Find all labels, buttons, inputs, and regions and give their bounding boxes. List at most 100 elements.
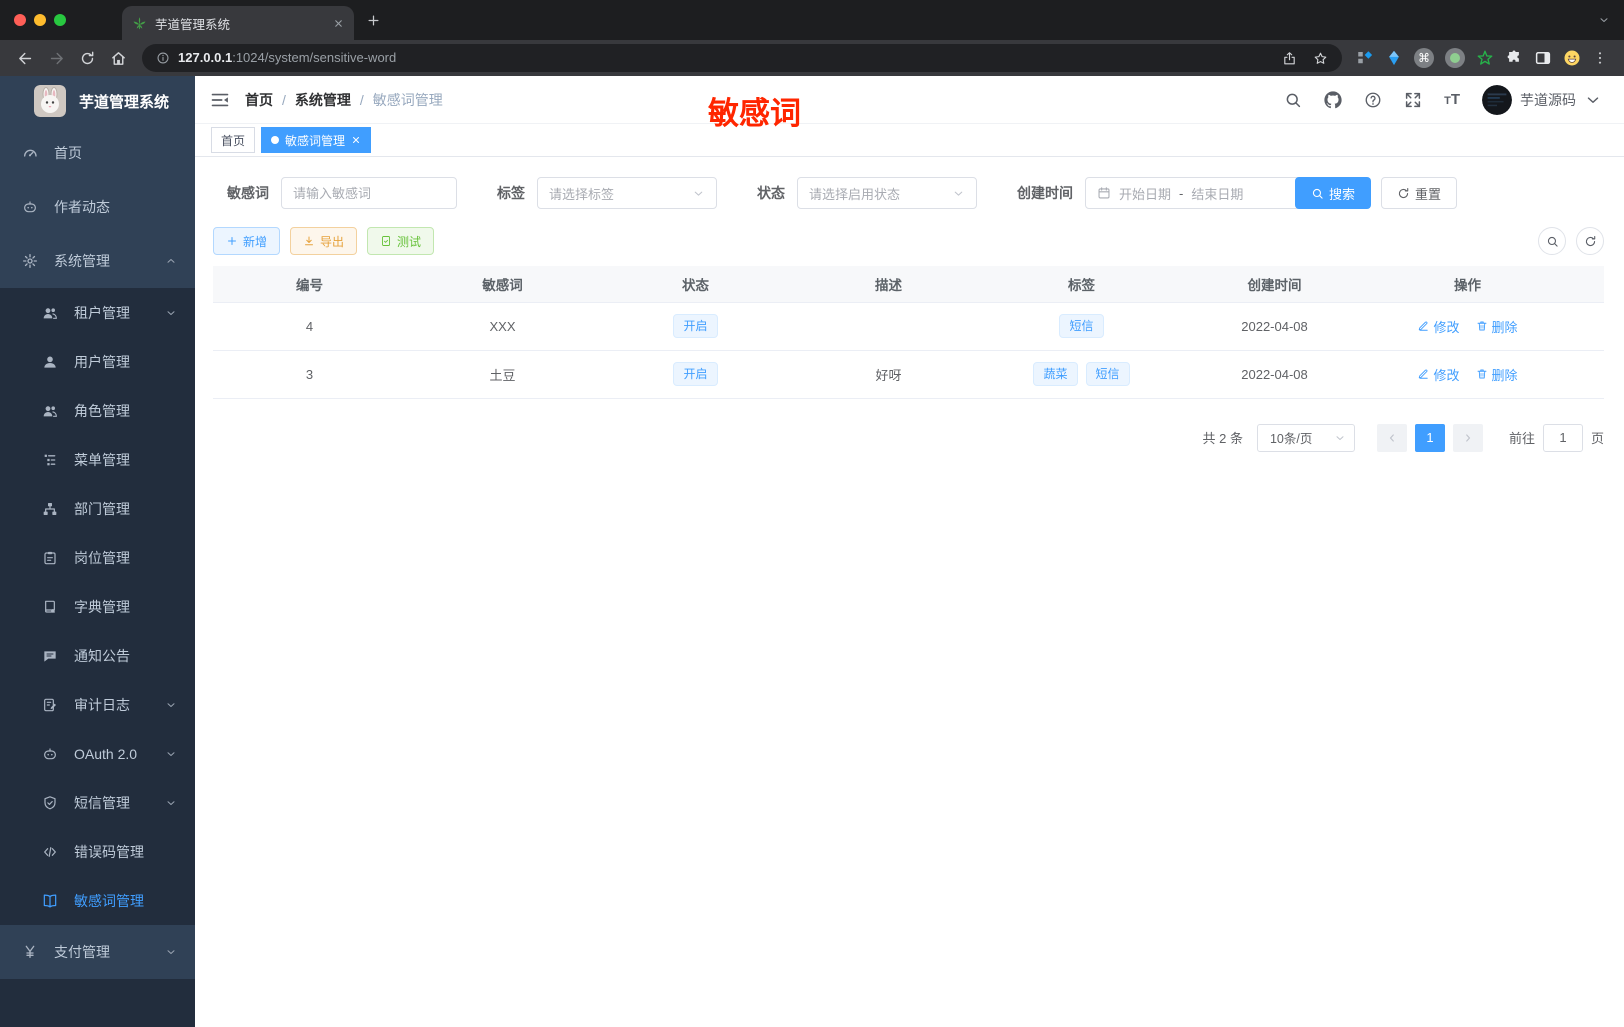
test-button[interactable]: 测试 [367,227,435,255]
reset-button[interactable]: 重置 [1381,177,1458,209]
maximize-window-button[interactable] [54,14,66,26]
close-window-button[interactable] [14,14,26,26]
site-info-icon[interactable] [156,51,170,65]
share-icon[interactable] [1282,51,1297,66]
tab-close-icon[interactable] [333,18,344,29]
forward-button[interactable] [48,50,65,67]
tag-chip: 短信 [1059,314,1104,338]
search-icon[interactable] [1284,91,1302,109]
edit-button[interactable]: 修改 [1417,317,1460,336]
extension-star-icon[interactable] [1476,49,1494,67]
sidebar-item-7[interactable]: 部门管理 [0,484,195,533]
chevron-down-icon [165,797,177,809]
cell-id: 3 [213,350,406,399]
profile-emoji-icon[interactable] [1563,49,1581,67]
tag-select[interactable]: 请选择标签 [537,177,717,209]
fullscreen-icon[interactable] [1404,91,1422,109]
extension-dot-icon[interactable] [1445,48,1465,68]
breadcrumb-item-0[interactable]: 首页 [245,90,273,110]
gauge-icon [22,145,38,161]
sidebar-item-label: 通知公告 [74,647,130,664]
extension-grid-icon[interactable] [1356,49,1374,67]
page-tab-0[interactable]: 首页 [211,127,256,153]
sidebar-item-12[interactable]: OAuth 2.0 [0,729,195,778]
sidebar-item-1[interactable]: 作者动态 [0,180,195,234]
user-menu[interactable]: 芋道源码 [1482,84,1602,115]
sidebar-item-label: 审计日志 [74,696,130,713]
refresh-table-button[interactable] [1576,227,1604,255]
sidebar-item-16[interactable]: 支付管理 [0,925,195,979]
page-number-button[interactable]: 1 [1414,423,1445,452]
sidebar-item-15[interactable]: 敏感词管理 [0,876,195,925]
sidebar-item-label: 字典管理 [74,598,130,615]
minimize-window-button[interactable] [34,14,46,26]
chevron-right-icon [1462,432,1474,444]
sidebar-item-8[interactable]: 岗位管理 [0,533,195,582]
back-button[interactable] [17,50,34,67]
export-button[interactable]: 导出 [290,227,358,255]
sidebar-item-label: 菜单管理 [74,451,130,468]
sidebar-item-0[interactable]: 首页 [0,126,195,180]
sidebar-item-9[interactable]: 字典管理 [0,582,195,631]
table-row: 4 XXX 开启 短信 2022-04-08 修改 删除 [213,302,1604,351]
font-size-icon[interactable]: TT [1444,91,1460,108]
total-count: 共 2 条 [1202,431,1243,446]
breadcrumb-item-1[interactable]: 系统管理 [295,90,351,110]
bookmark-star-icon[interactable] [1313,51,1328,66]
chevron-down-icon [1334,432,1346,444]
goto-page-input[interactable] [1542,423,1583,452]
edit-button[interactable]: 修改 [1417,365,1460,384]
prev-page-button[interactable] [1376,423,1407,452]
date-range-picker[interactable]: 开始日期 - 结束日期 [1085,177,1313,209]
reload-button[interactable] [79,50,96,67]
status-select[interactable]: 请选择启用状态 [797,177,977,209]
sidebar-item-13[interactable]: 短信管理 [0,778,195,827]
table-row: 3 土豆 开启 好呀 蔬菜 短信 2022-04-08 修改 删除 [213,350,1604,399]
sidebar-item-3[interactable]: 租户管理 [0,288,195,337]
browser-menu-icon[interactable] [1592,50,1608,66]
sidebar-logo[interactable]: 芋道管理系统 [0,76,195,126]
keyword-input-wrap [281,177,457,209]
sidebar-item-10[interactable]: 通知公告 [0,631,195,680]
page-tab-label: 敏感词管理 [285,133,346,148]
filter-form: 敏感词 标签 请选择标签 状态 请选择启用状态 创建时间 开始日期 - [213,177,1604,209]
sidebar-item-label: 支付管理 [54,944,110,960]
status-badge: 开启 [673,362,718,386]
add-button[interactable]: 新增 [213,227,281,255]
extensions-puzzle-icon[interactable] [1505,49,1523,67]
close-icon[interactable] [351,135,361,145]
sidebar-item-2[interactable]: 系统管理 [0,234,195,288]
toggle-search-button[interactable] [1538,227,1566,255]
delete-button[interactable]: 删除 [1476,365,1518,384]
page-size-select[interactable]: 10条/页 [1256,423,1355,452]
help-icon[interactable] [1364,91,1382,109]
sidebar-item-11[interactable]: 审计日志 [0,680,195,729]
sidebar-item-5[interactable]: 角色管理 [0,386,195,435]
tab-search-chevron-icon[interactable] [1598,14,1610,26]
side-panel-icon[interactable] [1534,49,1552,67]
pencil-icon [1417,320,1429,332]
new-tab-button[interactable] [366,13,381,28]
column-header: 操作 [1371,266,1564,303]
github-icon[interactable] [1324,90,1342,109]
address-bar[interactable]: 127.0.0.1:1024/system/sensitive-word [142,44,1342,72]
home-button[interactable] [110,50,127,67]
search-button[interactable]: 搜索 [1295,177,1372,209]
keyword-input[interactable] [293,185,445,201]
extension-kite-icon[interactable] [1385,49,1403,67]
collapse-sidebar-icon[interactable] [195,90,245,110]
delete-button[interactable]: 删除 [1476,317,1518,336]
cell-description: 好呀 [792,350,985,399]
browser-tab[interactable]: 芋道管理系统 [122,6,354,40]
page-tab-1[interactable]: 敏感词管理 [261,127,372,153]
refresh-icon [1397,187,1410,200]
sidebar-item-label: 租户管理 [74,304,130,321]
pencil-icon [1417,368,1429,380]
next-page-button[interactable] [1452,423,1483,452]
sidebar-item-label: 系统管理 [54,253,110,269]
sidebar-item-6[interactable]: 菜单管理 [0,435,195,484]
sidebar-item-4[interactable]: 用户管理 [0,337,195,386]
extension-cmd-icon[interactable]: ⌘ [1414,48,1434,68]
tag-chip: 短信 [1085,362,1130,386]
sidebar-item-14[interactable]: 错误码管理 [0,827,195,876]
